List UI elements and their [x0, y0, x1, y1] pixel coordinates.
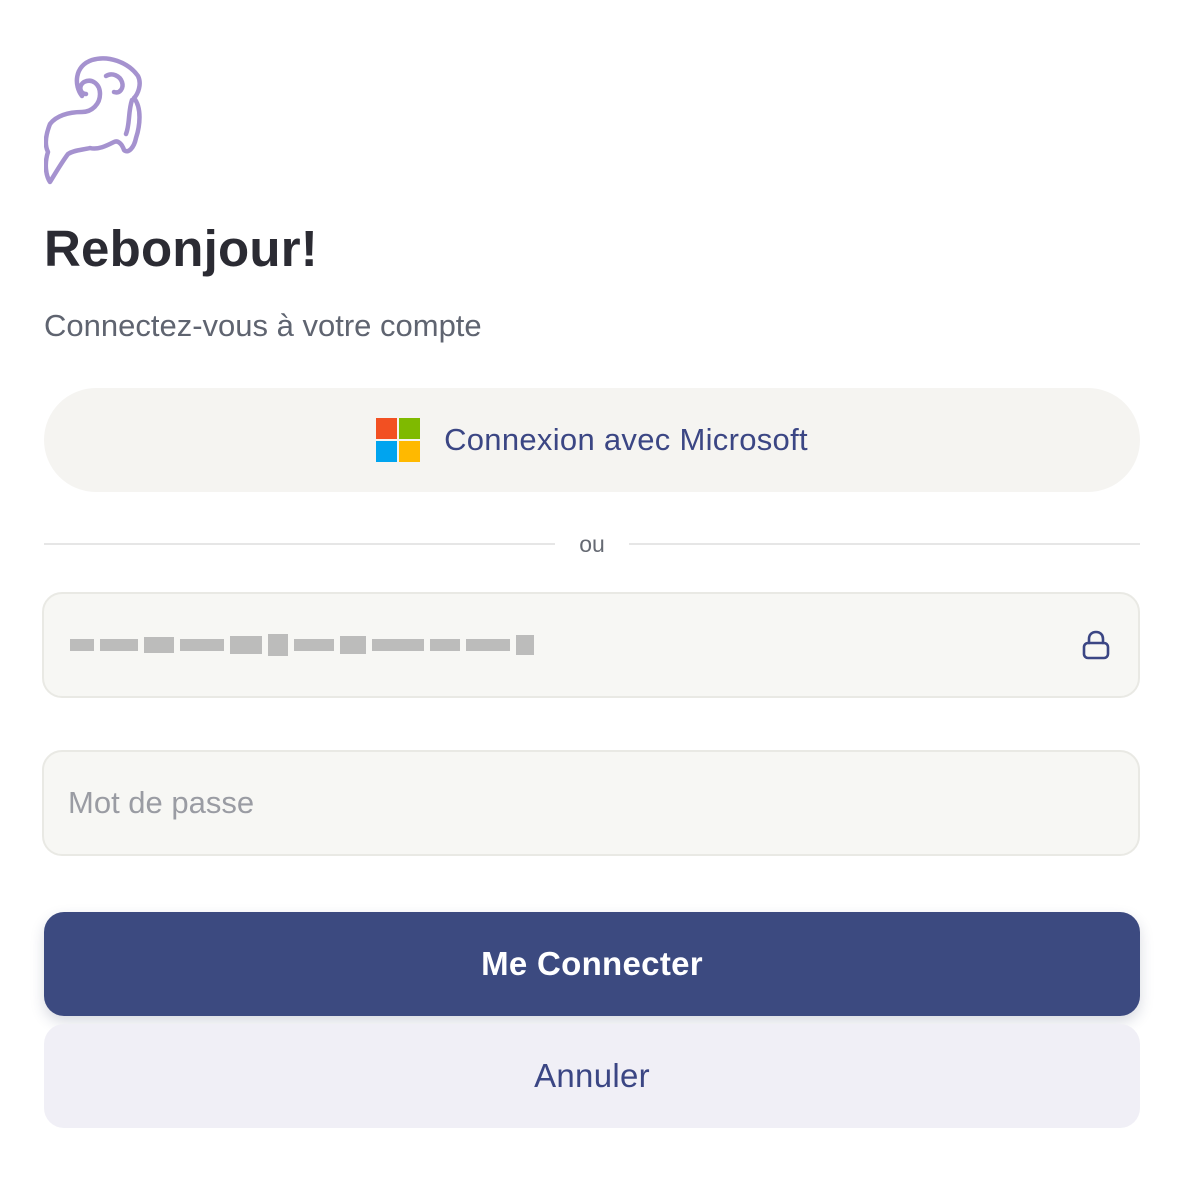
divider-line-right — [628, 543, 1140, 545]
ram-logo-icon — [44, 56, 142, 185]
microsoft-logo-blue-square — [376, 441, 398, 462]
cancel-button[interactable]: Annuler — [44, 1024, 1140, 1128]
microsoft-login-label: Connexion avec Microsoft — [444, 422, 808, 457]
password-input[interactable] — [44, 752, 1138, 854]
microsoft-logo-red-square — [376, 418, 398, 439]
divider-label: ou — [579, 530, 605, 557]
email-field[interactable] — [42, 592, 1140, 698]
page-title: Rebonjour! — [44, 220, 318, 277]
microsoft-logo-icon — [376, 418, 421, 462]
microsoft-logo-yellow-square — [399, 441, 421, 462]
login-submit-button[interactable]: Me Connecter — [44, 912, 1140, 1016]
divider-line-left — [44, 543, 556, 545]
lock-icon — [1080, 628, 1112, 662]
password-field-wrapper — [42, 750, 1140, 856]
microsoft-login-button[interactable]: Connexion avec Microsoft — [44, 388, 1140, 492]
or-divider: ou — [44, 528, 1140, 560]
page-subtitle: Connectez-vous à votre compte — [44, 308, 482, 343]
email-value-redacted[interactable] — [44, 594, 1080, 696]
microsoft-logo-green-square — [399, 418, 421, 439]
